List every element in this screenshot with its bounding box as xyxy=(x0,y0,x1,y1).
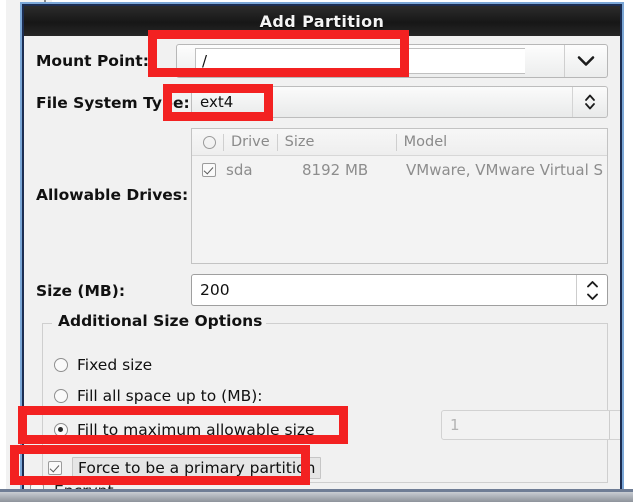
spinner-up-icon xyxy=(586,280,598,287)
checkbox-icon[interactable] xyxy=(202,163,216,177)
group-border-right xyxy=(251,323,607,324)
mount-point-combobox-body[interactable] xyxy=(525,45,564,77)
spinner-down-icon xyxy=(586,293,598,300)
cell-drive: sda xyxy=(226,161,253,179)
table-row[interactable]: sda 8192 MB VMware, VMware Virtual S xyxy=(192,156,607,184)
checkbox-icon[interactable] xyxy=(48,461,62,475)
spinner-up-icon xyxy=(619,416,622,424)
radio-fill-to-maximum-allowable-size[interactable]: Fill to maximum allowable size xyxy=(54,417,315,443)
size-mb-spinner[interactable]: 200 xyxy=(191,274,608,306)
column-header-size[interactable]: Size xyxy=(285,129,389,155)
checkbox-force-primary-partition[interactable]: Force to be a primary partition xyxy=(48,455,322,481)
dialog-titlebar[interactable]: Add Partition xyxy=(24,6,620,37)
cell-model: VMware, VMware Virtual S xyxy=(406,161,604,179)
dialog-body: Mount Point: / File System Type: ext4 Al… xyxy=(24,36,622,490)
up-down-chevrons-icon[interactable] xyxy=(572,87,607,117)
cell-size: 8192 MB xyxy=(302,161,369,179)
file-system-type-label: File System Type: xyxy=(36,94,190,112)
radio-fixed-size-label: Fixed size xyxy=(77,356,153,374)
drives-table-header: Drive Size Model xyxy=(192,129,607,156)
radio-icon[interactable] xyxy=(54,389,68,403)
select-all-circle-icon[interactable] xyxy=(203,135,216,149)
force-primary-partition-label: Force to be a primary partition xyxy=(72,457,322,479)
radio-fill-max-label: Fill to maximum allowable size xyxy=(77,421,315,439)
add-partition-dialog: Add Partition Mount Point: / File System… xyxy=(22,4,622,492)
spinner-buttons[interactable] xyxy=(576,275,607,305)
spinner-down-icon xyxy=(619,427,622,435)
radio-fill-all-space-label: Fill all space up to (MB): xyxy=(77,387,263,405)
header-separator-3 xyxy=(395,133,397,151)
size-mb-label: Size (MB): xyxy=(36,282,126,300)
drive-select-checkbox[interactable] xyxy=(192,163,226,177)
group-border-left xyxy=(43,323,52,324)
screenshot-root: Add Partition Mount Point: / File System… xyxy=(0,0,633,502)
desktop-bottom-strip xyxy=(0,492,633,502)
column-header-drive[interactable]: Drive xyxy=(231,129,270,155)
column-header-model[interactable]: Model xyxy=(404,129,448,155)
allowable-drives-list[interactable]: Drive Size Model sda 8192 MB VMware, VMw… xyxy=(191,128,608,264)
size-mb-input[interactable]: 200 xyxy=(192,281,576,299)
radio-fixed-size[interactable]: Fixed size xyxy=(54,352,152,378)
mount-point-input[interactable]: / xyxy=(195,48,525,74)
file-system-type-combobox[interactable]: ext4 xyxy=(191,86,608,118)
header-separator-2 xyxy=(276,133,278,151)
dialog-title: Add Partition xyxy=(259,11,385,31)
fill-all-space-spinner: 1 xyxy=(441,410,622,440)
radio-icon[interactable] xyxy=(54,358,68,372)
mount-point-label: Mount Point: xyxy=(36,52,149,70)
additional-size-options-legend: Additional Size Options xyxy=(54,312,267,330)
mount-point-combobox[interactable]: / xyxy=(176,44,608,78)
file-system-type-value[interactable]: ext4 xyxy=(192,93,572,111)
spinner-buttons-disabled xyxy=(609,411,622,439)
radio-icon-selected[interactable] xyxy=(54,423,68,437)
chevron-down-icon[interactable] xyxy=(564,45,607,77)
radio-fill-all-space-up-to[interactable]: Fill all space up to (MB): xyxy=(54,383,262,409)
header-separator-1 xyxy=(223,133,224,151)
allowable-drives-label: Allowable Drives: xyxy=(36,186,189,204)
fill-all-space-input: 1 xyxy=(450,416,460,434)
background-window-edge xyxy=(0,0,6,502)
